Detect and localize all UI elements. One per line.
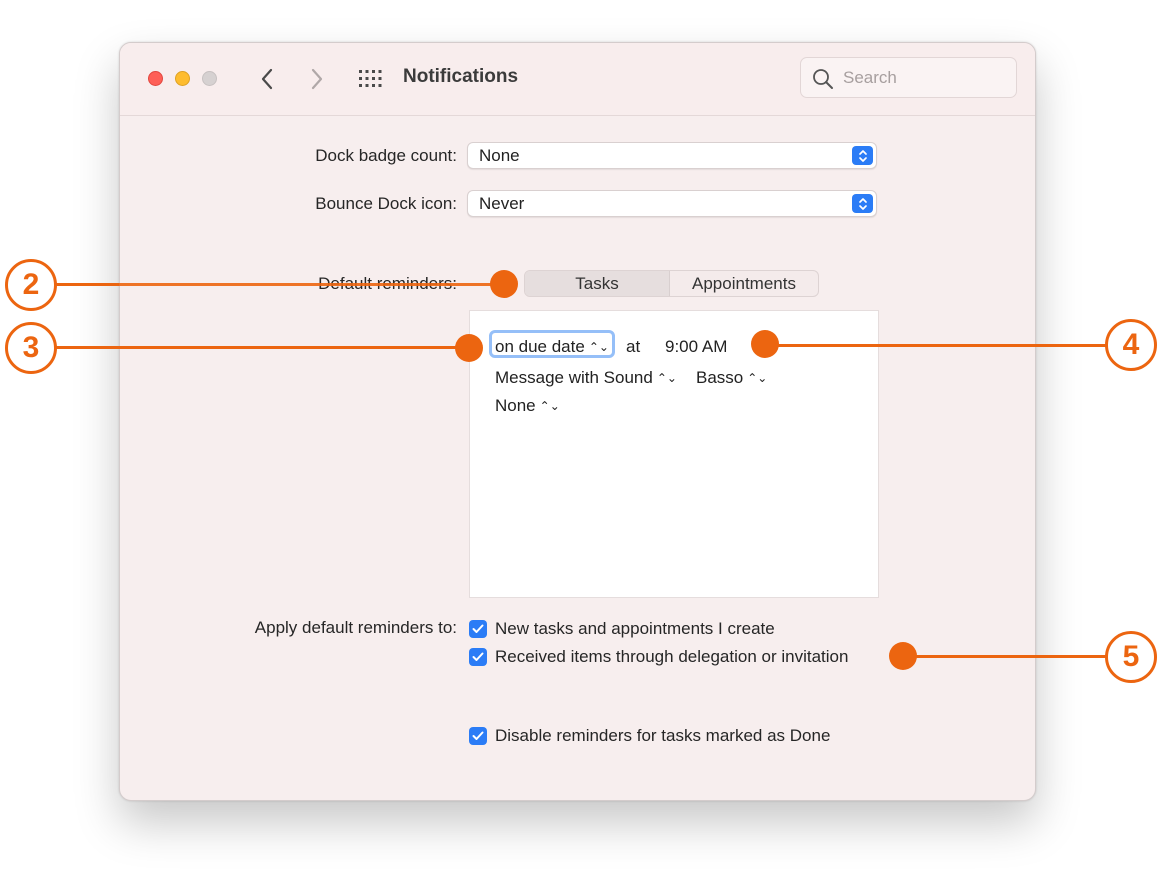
apply-to-label: Apply default reminders to: xyxy=(254,618,457,637)
back-button[interactable] xyxy=(256,65,280,93)
forward-button[interactable] xyxy=(304,65,328,93)
updown-chevron-icon: ⌃⌄ xyxy=(656,371,677,385)
alert-type-popup[interactable]: Message with Sound ⌃⌄ xyxy=(495,368,677,388)
time-field[interactable]: 9:00 AM xyxy=(665,337,727,357)
due-date-value: on due date xyxy=(495,337,585,356)
dock-badge-label: Dock badge count: xyxy=(315,146,457,165)
sound-value: Basso xyxy=(696,368,744,387)
popup-arrows-icon xyxy=(852,194,873,213)
popup-arrows-icon xyxy=(852,146,873,165)
search-field[interactable]: Search xyxy=(800,57,1017,98)
callout-2-line-overlay xyxy=(56,283,506,286)
notifications-window: Notifications Search Dock badge count: N… xyxy=(119,42,1036,801)
extra-value: None xyxy=(495,396,536,415)
updown-chevron-icon: ⌃⌄ xyxy=(539,399,560,413)
at-label: at xyxy=(626,337,641,356)
tab-tasks[interactable]: Tasks xyxy=(525,271,670,296)
dock-badge-popup[interactable]: None xyxy=(467,142,877,169)
grid-icon xyxy=(359,70,382,87)
callout-5-dot xyxy=(889,642,917,670)
close-button[interactable] xyxy=(148,71,163,86)
bounce-dock-popup[interactable]: Never xyxy=(467,190,877,217)
callout-5-line-overlay xyxy=(903,655,1107,658)
disable-done-label: Disable reminders for tasks marked as Do… xyxy=(495,726,831,745)
title-bar: Notifications Search xyxy=(120,43,1035,116)
zoom-button[interactable] xyxy=(202,71,217,86)
new-items-label: New tasks and appointments I create xyxy=(495,619,775,638)
window-title: Notifications xyxy=(403,66,519,87)
reminders-tab-control: Tasks Appointments xyxy=(524,270,819,297)
callout-2-dot xyxy=(490,270,518,298)
chevron-left-icon xyxy=(261,68,273,90)
extra-popup[interactable]: None ⌃⌄ xyxy=(495,396,560,416)
dock-badge-value: None xyxy=(479,146,520,165)
callout-3-dot xyxy=(455,334,483,362)
due-date-popup[interactable]: on due date ⌃⌄ xyxy=(495,337,609,357)
checkmark-icon xyxy=(472,731,484,740)
show-all-button[interactable] xyxy=(358,68,382,90)
tab-appointments[interactable]: Appointments xyxy=(670,271,818,296)
alert-type-value: Message with Sound xyxy=(495,368,653,387)
callout-3-line-overlay xyxy=(56,346,468,349)
callout-2-badge: 2 xyxy=(5,259,57,311)
checkbox-disable-done[interactable] xyxy=(469,727,487,745)
sound-popup[interactable]: Basso ⌃⌄ xyxy=(696,368,767,388)
callout-5-badge: 5 xyxy=(1105,631,1157,683)
checkbox-new-items[interactable] xyxy=(469,620,487,638)
minimize-button[interactable] xyxy=(175,71,190,86)
callout-4-line-overlay xyxy=(765,344,1107,347)
checkbox-received-items[interactable] xyxy=(469,648,487,666)
callout-4-dot xyxy=(751,330,779,358)
callout-3-badge: 3 xyxy=(5,322,57,374)
checkmark-icon xyxy=(472,652,484,661)
search-icon xyxy=(813,69,833,89)
bounce-dock-label: Bounce Dock icon: xyxy=(315,194,457,213)
received-items-label: Received items through delegation or inv… xyxy=(495,647,849,666)
callout-4-badge: 4 xyxy=(1105,319,1157,371)
updown-chevron-icon: ⌃⌄ xyxy=(588,340,609,354)
chevron-right-icon xyxy=(311,68,323,90)
bounce-dock-value: Never xyxy=(479,194,525,213)
updown-chevron-icon: ⌃⌄ xyxy=(747,371,768,385)
checkmark-icon xyxy=(472,624,484,633)
search-placeholder: Search xyxy=(843,68,897,87)
